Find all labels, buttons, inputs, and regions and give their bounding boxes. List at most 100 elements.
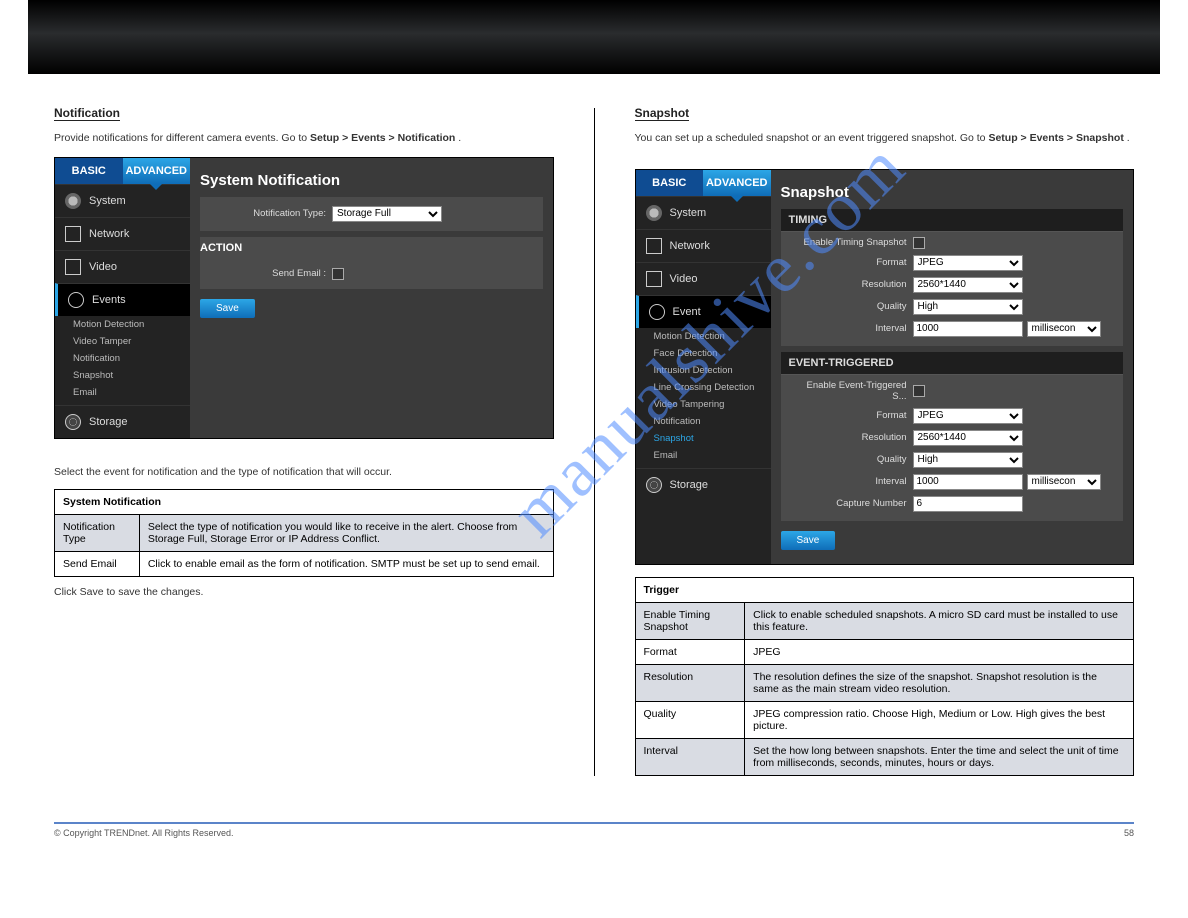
sidebar-item-event[interactable]: Event bbox=[636, 295, 771, 328]
sidebar-item-network[interactable]: Network bbox=[55, 217, 190, 250]
sub-email[interactable]: Email bbox=[654, 447, 771, 464]
r3v: The resolution defines the size of the s… bbox=[745, 664, 1134, 701]
panel-title: Snapshot bbox=[781, 184, 1124, 201]
quality-select[interactable]: High bbox=[913, 299, 1023, 315]
left-intro-bold: Setup > Events > Notification bbox=[310, 132, 455, 144]
left-sidebar: BASIC ADVANCED System Network Video Even… bbox=[55, 158, 190, 438]
r2h: Format bbox=[635, 639, 745, 664]
left-intro-suf: . bbox=[458, 132, 461, 144]
sidebar-item-video[interactable]: Video bbox=[55, 250, 190, 283]
label: Network bbox=[89, 228, 129, 240]
sidebar-item-storage[interactable]: Storage bbox=[636, 468, 771, 501]
label: Storage bbox=[670, 479, 709, 491]
res-label: Resolution bbox=[795, 279, 913, 290]
left-intro: Provide notifications for different came… bbox=[54, 131, 554, 147]
right-table: Trigger Enable Timing SnapshotClick to e… bbox=[635, 577, 1135, 776]
format-label: Format bbox=[795, 257, 913, 268]
left-after2: Click Save to save the changes. bbox=[54, 585, 554, 601]
r3h: Resolution bbox=[635, 664, 745, 701]
network-icon bbox=[65, 226, 81, 242]
label: Event bbox=[673, 306, 701, 318]
enable-event-label: Enable Event-Triggered S... bbox=[795, 380, 913, 402]
sub-snapshot[interactable]: Snapshot bbox=[73, 367, 190, 384]
copyright: © Copyright TRENDnet. All Rights Reserve… bbox=[54, 828, 234, 838]
tab-advanced[interactable]: ADVANCED bbox=[123, 158, 191, 184]
row2-v: Click to enable email as the form of not… bbox=[139, 551, 553, 576]
interval-unit[interactable]: millisecon bbox=[1027, 321, 1101, 337]
sub-face[interactable]: Face Detection bbox=[654, 345, 771, 362]
left-section-title: Notification bbox=[54, 106, 120, 121]
events-icon bbox=[68, 292, 84, 308]
sidebar-item-storage[interactable]: Storage bbox=[55, 405, 190, 438]
sidebar-item-system[interactable]: System bbox=[55, 184, 190, 217]
page-number: 58 bbox=[1124, 828, 1134, 838]
sub-tamper[interactable]: Video Tamper bbox=[73, 333, 190, 350]
send-email-checkbox[interactable] bbox=[332, 268, 344, 280]
save-button[interactable]: Save bbox=[781, 531, 836, 550]
sidebar-item-events[interactable]: Events bbox=[55, 283, 190, 316]
capture-input[interactable] bbox=[913, 496, 1023, 512]
sub-motion[interactable]: Motion Detection bbox=[73, 316, 190, 333]
sub-items: Motion Detection Face Detection Intrusio… bbox=[636, 328, 771, 468]
interval-input2[interactable] bbox=[913, 474, 1023, 490]
left-column: Notification Provide notifications for d… bbox=[54, 104, 554, 776]
left-content: System Notification Notification Type: S… bbox=[190, 158, 553, 438]
sub-notification[interactable]: Notification bbox=[654, 413, 771, 430]
tab-basic[interactable]: BASIC bbox=[55, 158, 123, 184]
r1h: Enable Timing Snapshot bbox=[635, 602, 745, 639]
sub-vtamp[interactable]: Video Tampering bbox=[654, 396, 771, 413]
notif-type-select[interactable]: Storage Full bbox=[332, 206, 442, 222]
left-intro-pre: Provide notifications for different came… bbox=[54, 132, 310, 144]
event-icon bbox=[649, 304, 665, 320]
r4v: JPEG compression ratio. Choose High, Med… bbox=[745, 701, 1134, 738]
right-intro-bold: Setup > Events > Snapshot bbox=[988, 132, 1123, 144]
sidebar-item-video[interactable]: Video bbox=[636, 262, 771, 295]
right-sidebar: BASIC ADVANCED System Network Video Even… bbox=[636, 170, 771, 564]
send-email-label: Send Email : bbox=[214, 268, 332, 279]
quality-select2[interactable]: High bbox=[913, 452, 1023, 468]
sidebar-item-system[interactable]: System bbox=[636, 196, 771, 229]
video-icon bbox=[646, 271, 662, 287]
tab-advanced[interactable]: ADVANCED bbox=[703, 170, 771, 196]
network-icon bbox=[646, 238, 662, 254]
top-banner bbox=[28, 0, 1160, 74]
sub-line[interactable]: Line Crossing Detection bbox=[654, 379, 771, 396]
notif-type-label: Notification Type: bbox=[214, 208, 332, 219]
interval-unit2[interactable]: millisecon bbox=[1027, 474, 1101, 490]
sub-email[interactable]: Email bbox=[73, 384, 190, 401]
page-footer: © Copyright TRENDnet. All Rights Reserve… bbox=[54, 822, 1134, 838]
interval-label2: Interval bbox=[795, 476, 913, 487]
enable-event-checkbox[interactable] bbox=[913, 385, 925, 397]
timing-header: TIMING bbox=[781, 209, 1124, 232]
save-button[interactable]: Save bbox=[200, 299, 255, 318]
sub-snapshot[interactable]: Snapshot bbox=[654, 430, 771, 447]
enable-timing-label: Enable Timing Snapshot bbox=[795, 237, 913, 248]
column-divider bbox=[594, 108, 595, 776]
label: Storage bbox=[89, 416, 128, 428]
label: System bbox=[89, 195, 126, 207]
left-table: System Notification Notification Type Se… bbox=[54, 489, 554, 577]
interval-input[interactable] bbox=[913, 321, 1023, 337]
format-select[interactable]: JPEG bbox=[913, 255, 1023, 271]
capture-label: Capture Number bbox=[795, 498, 913, 509]
format-select2[interactable]: JPEG bbox=[913, 408, 1023, 424]
enable-timing-checkbox[interactable] bbox=[913, 237, 925, 249]
sub-intrusion[interactable]: Intrusion Detection bbox=[654, 362, 771, 379]
r4h: Quality bbox=[635, 701, 745, 738]
table-caption: System Notification bbox=[55, 489, 554, 514]
r1v: Click to enable scheduled snapshots. A m… bbox=[745, 602, 1134, 639]
label: Events bbox=[92, 294, 126, 306]
sub-motion[interactable]: Motion Detection bbox=[654, 328, 771, 345]
sidebar-item-network[interactable]: Network bbox=[636, 229, 771, 262]
row1-v: Select the type of notification you woul… bbox=[139, 514, 553, 551]
r5h: Interval bbox=[635, 738, 745, 775]
tab-basic[interactable]: BASIC bbox=[636, 170, 704, 196]
sub-notification[interactable]: Notification bbox=[73, 350, 190, 367]
res-select[interactable]: 2560*1440 bbox=[913, 277, 1023, 293]
right-section-title: Snapshot bbox=[635, 106, 690, 121]
r2v: JPEG bbox=[745, 639, 1134, 664]
r5v: Set the how long between snapshots. Ente… bbox=[745, 738, 1134, 775]
res-select2[interactable]: 2560*1440 bbox=[913, 430, 1023, 446]
storage-icon bbox=[646, 477, 662, 493]
row1-h: Notification Type bbox=[55, 514, 140, 551]
